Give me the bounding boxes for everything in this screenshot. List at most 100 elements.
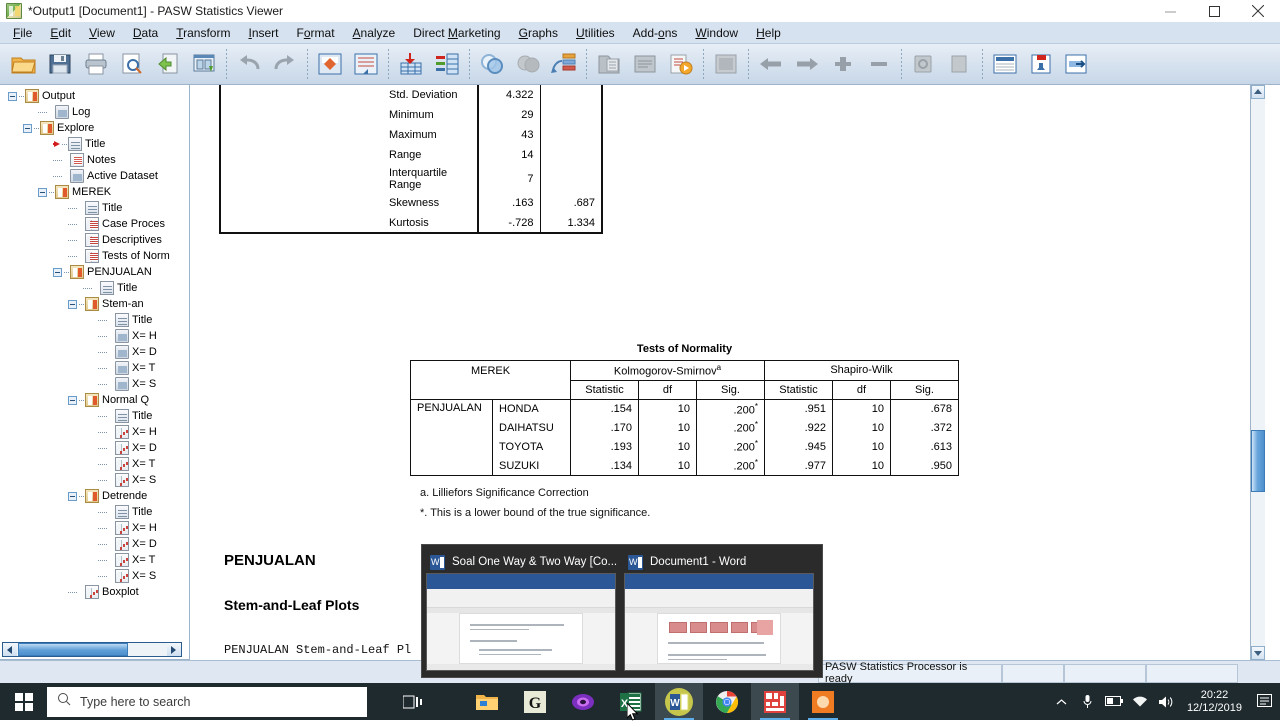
word-icon[interactable]: W <box>655 683 703 720</box>
demote-icon[interactable] <box>789 46 825 82</box>
word-document-thumbnail[interactable] <box>624 573 814 671</box>
move-up-icon[interactable] <box>825 46 861 82</box>
outline-node[interactable]: Normal Q <box>0 392 189 408</box>
outline-node[interactable]: X= H <box>0 424 189 440</box>
outline-node[interactable]: X= T <box>0 552 189 568</box>
print-icon[interactable] <box>78 46 114 82</box>
wifi-icon[interactable] <box>1127 683 1153 720</box>
scroll-down-arrow[interactable] <box>1251 646 1265 660</box>
media-player-icon[interactable] <box>559 683 607 720</box>
outline-node[interactable]: Detrende <box>0 488 189 504</box>
open-file-icon[interactable] <box>6 46 42 82</box>
outline-node[interactable]: PENJUALAN <box>0 264 189 280</box>
menu-format[interactable]: Format <box>288 23 344 43</box>
outline-node[interactable]: X= T <box>0 456 189 472</box>
tree-collapse-toggle[interactable] <box>23 123 32 133</box>
menu-add-ons[interactable]: Add-ons <box>624 23 687 43</box>
tree-collapse-toggle[interactable] <box>38 187 47 197</box>
outline-node[interactable]: X= D <box>0 536 189 552</box>
outline-node[interactable]: Title <box>0 136 189 152</box>
menu-edit[interactable]: Edit <box>41 23 80 43</box>
menu-window[interactable]: Window <box>686 23 747 43</box>
tree-collapse-toggle[interactable] <box>53 267 62 277</box>
find-replace-icon[interactable] <box>510 46 546 82</box>
outline-node[interactable]: X= H <box>0 328 189 344</box>
outline-node[interactable]: MEREK <box>0 184 189 200</box>
tree-collapse-toggle[interactable] <box>68 299 77 309</box>
outline-horizontal-scrollbar[interactable] <box>2 642 182 657</box>
menu-view[interactable]: View <box>80 23 124 43</box>
outline-node[interactable]: X= S <box>0 472 189 488</box>
insert-title-icon[interactable] <box>1023 46 1059 82</box>
goto-case-icon[interactable] <box>312 46 348 82</box>
recall-dialog-icon[interactable] <box>150 46 186 82</box>
menu-insert[interactable]: Insert <box>239 23 287 43</box>
scroll-right-arrow[interactable] <box>167 643 181 656</box>
outline-node[interactable]: X= T <box>0 360 189 376</box>
file-explorer-icon[interactable] <box>463 683 511 720</box>
promote-icon[interactable] <box>753 46 789 82</box>
gom-player-icon[interactable]: G <box>511 683 559 720</box>
outline-node[interactable]: Notes <box>0 152 189 168</box>
preview-item[interactable]: Soal One Way & Two Way [Co... <box>426 551 618 677</box>
outline-node[interactable]: X= H <box>0 520 189 536</box>
outline-node[interactable]: X= D <box>0 344 189 360</box>
outline-node[interactable]: Title <box>0 312 189 328</box>
outline-node[interactable]: Active Dataset <box>0 168 189 184</box>
scrollbar-thumb[interactable] <box>18 643 128 656</box>
select-cases-icon[interactable] <box>663 46 699 82</box>
spss-viewer-icon[interactable] <box>799 683 847 720</box>
outline-node[interactable]: Output <box>0 88 189 104</box>
export-icon[interactable] <box>186 46 222 82</box>
chrome-icon[interactable] <box>703 683 751 720</box>
outline-node[interactable]: X= S <box>0 568 189 584</box>
microphone-icon[interactable] <box>1075 683 1101 720</box>
insert-cases-icon[interactable] <box>546 46 582 82</box>
scroll-left-arrow[interactable] <box>3 643 17 656</box>
action-center-icon[interactable] <box>1250 683 1280 720</box>
redo-icon[interactable] <box>267 46 303 82</box>
scrollbar-thumb[interactable] <box>1251 430 1265 492</box>
minimize-button[interactable] <box>1148 0 1192 22</box>
menu-graphs[interactable]: Graphs <box>510 23 567 43</box>
weight-cases-icon[interactable] <box>627 46 663 82</box>
outline-node[interactable]: Title <box>0 200 189 216</box>
search-input[interactable]: Type here to search <box>47 686 367 717</box>
task-view-icon[interactable] <box>389 683 437 720</box>
spss-icon[interactable] <box>751 683 799 720</box>
outline-node[interactable]: Tests of Norm <box>0 248 189 264</box>
outline-node[interactable]: Descriptives <box>0 232 189 248</box>
save-file-icon[interactable] <box>42 46 78 82</box>
scroll-up-arrow[interactable] <box>1251 85 1265 99</box>
run-descriptives-icon[interactable] <box>429 46 465 82</box>
tree-collapse-toggle[interactable] <box>68 395 77 405</box>
output-vertical-scrollbar[interactable] <box>1250 85 1265 660</box>
menu-help[interactable]: Help <box>747 23 790 43</box>
tree-collapse-toggle[interactable] <box>68 491 77 501</box>
volume-icon[interactable] <box>1153 683 1179 720</box>
outline-node[interactable]: X= D <box>0 440 189 456</box>
print-preview-icon[interactable] <box>114 46 150 82</box>
outline-node[interactable]: Case Proces <box>0 216 189 232</box>
outline-node[interactable]: Title <box>0 504 189 520</box>
menu-direct-marketing[interactable]: Direct Marketing <box>404 23 509 43</box>
insert-heading-icon[interactable] <box>987 46 1023 82</box>
maximize-button[interactable] <box>1192 0 1236 22</box>
value-labels-icon[interactable] <box>708 46 744 82</box>
variables-icon[interactable] <box>393 46 429 82</box>
goto-variable-icon[interactable] <box>348 46 384 82</box>
word-document-thumbnail[interactable] <box>426 573 616 671</box>
find-icon[interactable] <box>474 46 510 82</box>
outline-node[interactable]: Title <box>0 280 189 296</box>
outline-pane[interactable]: Output Log Explore Title Notes Active Dataset… <box>0 85 190 660</box>
outline-node[interactable]: X= S <box>0 376 189 392</box>
outline-node[interactable]: Explore <box>0 120 189 136</box>
excel-icon[interactable]: X <box>607 683 655 720</box>
menu-file[interactable]: File <box>4 23 41 43</box>
menu-transform[interactable]: Transform <box>167 23 239 43</box>
split-file-icon[interactable] <box>591 46 627 82</box>
outline-node[interactable]: Stem-an <box>0 296 189 312</box>
show-hide-icon[interactable] <box>906 46 942 82</box>
menu-utilities[interactable]: Utilities <box>567 23 624 43</box>
clock[interactable]: 20:22 12/12/2019 <box>1179 683 1250 720</box>
